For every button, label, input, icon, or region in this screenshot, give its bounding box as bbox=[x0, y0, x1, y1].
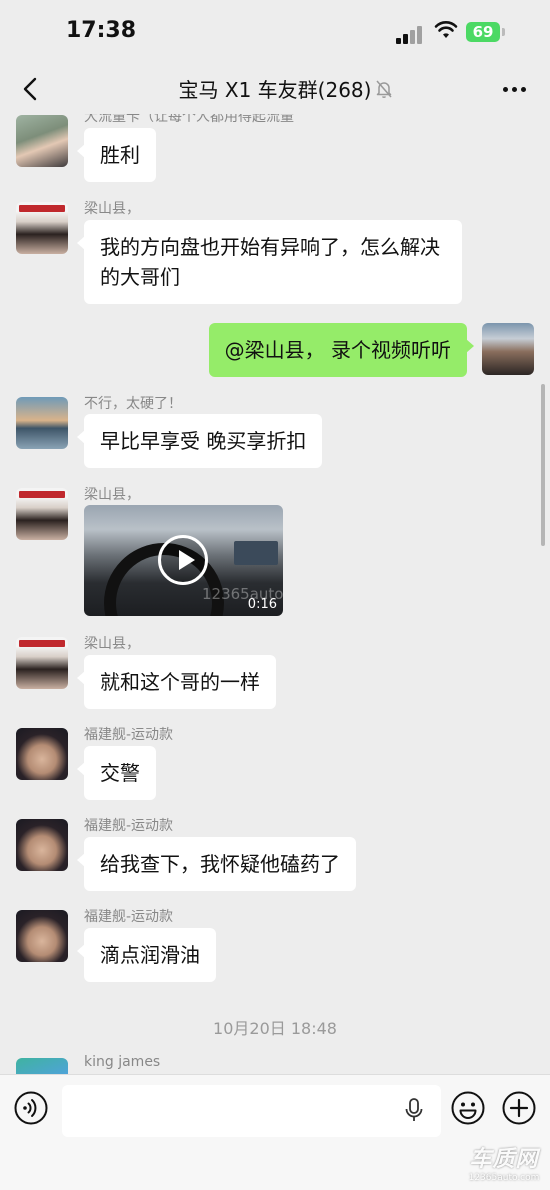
message-input[interactable] bbox=[62, 1085, 441, 1137]
battery-icon: 69 bbox=[466, 22, 500, 42]
message-bubble[interactable]: 我的方向盘也开始有异响了，怎么解决的大哥们 bbox=[77, 220, 462, 304]
plus-icon[interactable] bbox=[502, 1091, 536, 1125]
more-icon[interactable] bbox=[502, 78, 528, 100]
avatar[interactable] bbox=[16, 637, 68, 689]
play-icon[interactable] bbox=[158, 535, 208, 585]
emoji-icon[interactable] bbox=[451, 1091, 485, 1125]
avatar-logo-text bbox=[19, 640, 65, 647]
mute-icon bbox=[376, 80, 392, 99]
status-time: 17:38 bbox=[66, 18, 137, 43]
watermark-logo: 车质网 bbox=[469, 1147, 539, 1172]
message-bubble[interactable]: 胜利 bbox=[77, 128, 156, 182]
wifi-icon bbox=[434, 21, 458, 38]
watermark-url: 12365auto.com bbox=[468, 1173, 540, 1183]
avatar[interactable] bbox=[16, 202, 68, 254]
chat-title[interactable]: 宝马 X1 车友群(268) bbox=[0, 74, 550, 103]
video-duration: 0:16 bbox=[247, 597, 277, 612]
video-message[interactable]: 12365auto.com 0:16 bbox=[84, 505, 283, 616]
sender-name: 梁山县， bbox=[84, 636, 140, 652]
nav-bar: 宝马 X1 车友群(268) bbox=[0, 64, 550, 114]
sender-name: 梁山县， bbox=[84, 487, 140, 503]
status-bar: 17:38 69 bbox=[0, 0, 550, 64]
avatar[interactable] bbox=[16, 728, 68, 780]
avatar-logo-text bbox=[19, 491, 65, 498]
battery-tip bbox=[502, 28, 505, 36]
avatar-logo-text bbox=[19, 205, 65, 212]
mic-icon[interactable] bbox=[403, 1097, 425, 1123]
sender-name: 梁山县， bbox=[84, 201, 140, 217]
message-timestamp: 10月20日 18:48 bbox=[213, 1019, 337, 1038]
message-bubble[interactable]: 就和这个哥的一样 bbox=[77, 655, 276, 709]
message-bubble[interactable]: 滴点润滑油 bbox=[77, 928, 216, 982]
my-avatar[interactable] bbox=[482, 323, 534, 375]
site-watermark: 车质网 12365auto.com bbox=[460, 1148, 548, 1184]
signal-icon bbox=[396, 24, 426, 44]
avatar[interactable] bbox=[16, 115, 68, 167]
video-dashboard-screen bbox=[234, 541, 278, 565]
sender-name: 福建舰-运动款 bbox=[84, 818, 174, 834]
message-bubble-self[interactable]: @梁山县， 录个视频听听 bbox=[208, 323, 475, 377]
scrollbar[interactable] bbox=[541, 384, 545, 546]
sender-name: 不行，太硬了！ bbox=[84, 396, 182, 412]
chat-area[interactable]: 大流量卡（让每个人都用得起流量 胜利 梁山县， 我的方向盘也开始有异响了，怎么解… bbox=[0, 114, 550, 1074]
voice-icon[interactable] bbox=[14, 1091, 48, 1125]
sender-name: 福建舰-运动款 bbox=[84, 909, 174, 925]
sender-name: king james bbox=[84, 1054, 161, 1070]
message-bubble[interactable]: 交警 bbox=[77, 746, 156, 800]
avatar[interactable] bbox=[16, 819, 68, 871]
avatar[interactable] bbox=[16, 1058, 68, 1074]
message-bubble[interactable]: 早比早享受 晚买享折扣 bbox=[76, 414, 323, 468]
sender-name: 大流量卡（让每个人都用得起流量 bbox=[84, 114, 294, 125]
avatar[interactable] bbox=[16, 910, 68, 962]
avatar[interactable] bbox=[16, 488, 68, 540]
message-bubble[interactable]: 给我查下，我怀疑他磕药了 bbox=[77, 837, 356, 891]
avatar[interactable] bbox=[16, 397, 68, 449]
sender-name: 福建舰-运动款 bbox=[84, 727, 174, 743]
